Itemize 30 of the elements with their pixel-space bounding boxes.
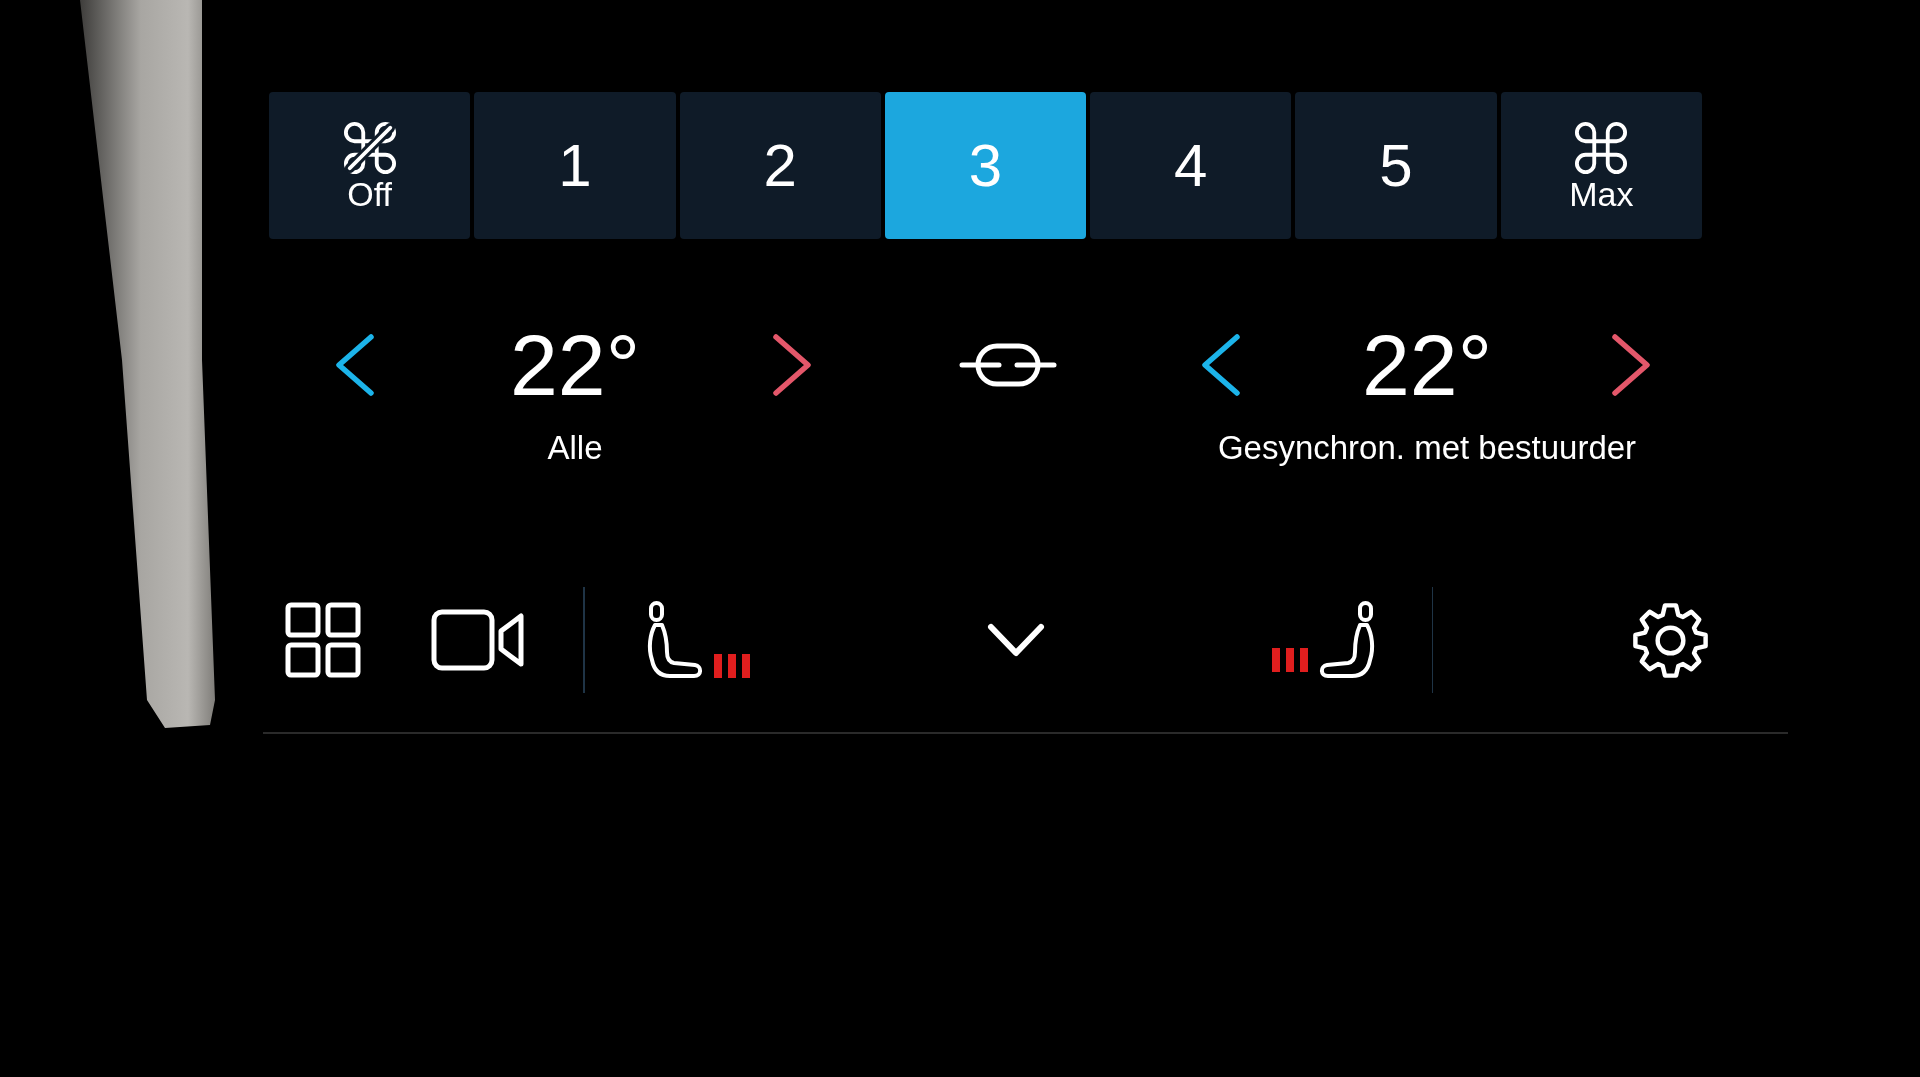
chevron-right-icon — [770, 333, 814, 397]
heat-level-meter — [713, 654, 750, 678]
fan-speed-button[interactable]: Max — [1500, 92, 1702, 239]
video-camera-icon — [431, 609, 524, 671]
settings-icon — [1632, 601, 1709, 679]
sync-zones-button[interactable] — [959, 341, 1057, 389]
fan-speed-button[interactable]: 5 — [1295, 92, 1497, 239]
fan-speed-button[interactable]: 2 — [679, 92, 881, 239]
camera-button[interactable] — [431, 609, 524, 671]
increase-temperature-button[interactable] — [1609, 333, 1653, 397]
fan-off-icon — [342, 120, 397, 175]
fan-speed-button[interactable]: 1 — [474, 92, 676, 239]
heat-level-meter — [1271, 648, 1308, 672]
chevron-right-icon — [1609, 333, 1653, 397]
temperature-reading: 22° — [1361, 322, 1493, 408]
fan-speed-button[interactable]: Off — [269, 92, 471, 239]
chevron-left-icon — [1199, 333, 1243, 397]
fan-icon — [1574, 120, 1629, 175]
increase-temperature-button[interactable] — [770, 333, 814, 397]
temperature-reading: 22° — [509, 322, 641, 408]
decrease-temperature-button[interactable] — [1199, 333, 1243, 397]
settings-button[interactable] — [1632, 601, 1709, 679]
apps-button[interactable] — [285, 602, 361, 678]
decrease-temperature-button[interactable] — [333, 333, 377, 397]
link-icon — [959, 341, 1057, 389]
zone-label: Gesynchron. met bestuurder — [1217, 430, 1637, 464]
grid-icon — [285, 602, 361, 678]
chevron-left-icon — [333, 333, 377, 397]
fan-speed-button[interactable]: 4 — [1090, 92, 1292, 239]
zone-label: Alle — [547, 430, 603, 464]
